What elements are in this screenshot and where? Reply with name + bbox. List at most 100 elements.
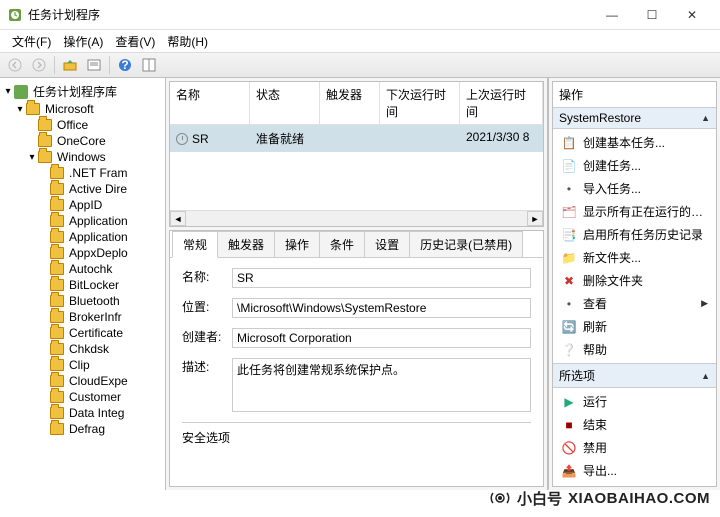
tree-item[interactable]: Application — [2, 213, 163, 229]
col-name[interactable]: 名称 — [170, 82, 250, 124]
action-icon: 📁 — [561, 250, 577, 266]
action-icon: 📑 — [561, 227, 577, 243]
field-author[interactable]: Microsoft Corporation — [232, 328, 531, 348]
task-row[interactable]: SR 准备就绪 2021/3/30 8 — [170, 125, 543, 152]
refresh-button[interactable] — [138, 55, 160, 75]
action-item[interactable]: 📋创建基本任务... — [553, 131, 716, 154]
field-location[interactable]: \Microsoft\Windows\SystemRestore — [232, 298, 531, 318]
tab-general[interactable]: 常规 — [172, 231, 218, 258]
action-icon: 🔄 — [561, 319, 577, 335]
field-name[interactable]: SR — [232, 268, 531, 288]
tree-item[interactable]: AppxDeplo — [2, 245, 163, 261]
tree-item[interactable]: Chkdsk — [2, 341, 163, 357]
tree-item[interactable]: Defrag — [2, 421, 163, 437]
action-item[interactable]: 📄创建任务... — [553, 154, 716, 177]
folder-icon — [26, 103, 40, 115]
tree-item[interactable]: Active Dire — [2, 181, 163, 197]
close-button[interactable]: ✕ — [672, 1, 712, 29]
menubar: 文件(F) 操作(A) 查看(V) 帮助(H) — [0, 30, 720, 52]
chevron-down-icon[interactable]: ▾ — [2, 86, 14, 97]
collapse-icon[interactable]: ▲ — [701, 371, 710, 381]
h-scrollbar[interactable]: ◄ ► — [170, 210, 543, 226]
tree-pane: ▾ 任务计划程序库 ▾ Microsoft Office OneCore ▾ W… — [0, 78, 166, 490]
action-item[interactable]: •导入任务... — [553, 177, 716, 200]
col-status[interactable]: 状态 — [250, 82, 320, 124]
tree-item[interactable]: Autochk — [2, 261, 163, 277]
folder-icon — [50, 391, 64, 403]
action-item[interactable]: ❔帮助 — [553, 338, 716, 361]
app-icon — [8, 8, 22, 22]
tree-item[interactable]: BrokerInfr — [2, 309, 163, 325]
action-item[interactable]: 🚫禁用 — [553, 436, 716, 459]
label-name: 名称: — [182, 268, 232, 288]
section-systemrestore[interactable]: SystemRestore ▲ — [553, 107, 716, 129]
action-item[interactable]: •查看▶ — [553, 292, 716, 315]
action-item[interactable]: ■结束 — [553, 413, 716, 436]
tree-onecore[interactable]: OneCore — [2, 133, 163, 149]
scroll-left-button[interactable]: ◄ — [170, 211, 186, 226]
center-pane: 名称 状态 触发器 下次运行时间 上次运行时间 SR 准备就绪 2021/3/3… — [166, 78, 548, 490]
col-next[interactable]: 下次运行时间 — [380, 82, 460, 124]
tree-item[interactable]: Clip — [2, 357, 163, 373]
tab-history[interactable]: 历史记录(已禁用) — [409, 231, 523, 257]
folder-icon — [50, 375, 64, 387]
menu-help[interactable]: 帮助(H) — [161, 31, 214, 52]
tree-item[interactable]: Certificate — [2, 325, 163, 341]
action-item[interactable]: 📑启用所有任务历史记录 — [553, 223, 716, 246]
action-item[interactable]: 📤导出... — [553, 459, 716, 482]
label-author: 创建者: — [182, 328, 232, 348]
tree-item[interactable]: BitLocker — [2, 277, 163, 293]
action-icon: • — [561, 181, 577, 197]
menu-action[interactable]: 操作(A) — [57, 31, 109, 52]
action-item[interactable]: ✖删除文件夹 — [553, 269, 716, 292]
action-icon: 📄 — [561, 158, 577, 174]
collapse-icon[interactable]: ▲ — [701, 113, 710, 123]
action-item[interactable]: ▶运行 — [553, 390, 716, 413]
menu-file[interactable]: 文件(F) — [6, 31, 57, 52]
action-item[interactable]: 📁新文件夹... — [553, 246, 716, 269]
tree-windows[interactable]: ▾ Windows — [2, 149, 163, 165]
tree-item[interactable]: Data Integ — [2, 405, 163, 421]
help-button[interactable]: ? — [114, 55, 136, 75]
menu-view[interactable]: 查看(V) — [109, 31, 161, 52]
folder-icon — [38, 119, 52, 131]
folder-icon — [50, 199, 64, 211]
tree-item[interactable]: Bluetooth — [2, 293, 163, 309]
action-icon: ▶ — [561, 394, 577, 410]
col-last[interactable]: 上次运行时间 — [460, 82, 543, 124]
tree-microsoft[interactable]: ▾ Microsoft — [2, 101, 163, 117]
properties-pane: 常规 触发器 操作 条件 设置 历史记录(已禁用) 名称:SR 位置:\Micr… — [169, 230, 544, 487]
col-triggers[interactable]: 触发器 — [320, 82, 380, 124]
minimize-button[interactable]: — — [592, 1, 632, 29]
actions-pane: 操作 SystemRestore ▲ 📋创建基本任务...📄创建任务...•导入… — [548, 78, 720, 490]
back-button[interactable] — [4, 55, 26, 75]
tab-actions[interactable]: 操作 — [274, 231, 320, 257]
tree-item[interactable]: .NET Fram — [2, 165, 163, 181]
tasks-header: 名称 状态 触发器 下次运行时间 上次运行时间 — [170, 82, 543, 125]
section-selected[interactable]: 所选项 ▲ — [553, 363, 716, 388]
toolbar: ? — [0, 52, 720, 78]
maximize-button[interactable]: ☐ — [632, 1, 672, 29]
scroll-right-button[interactable]: ► — [527, 211, 543, 226]
tree-item[interactable]: CloudExpe — [2, 373, 163, 389]
folder-icon — [50, 423, 64, 435]
forward-button[interactable] — [28, 55, 50, 75]
chevron-down-icon[interactable]: ▾ — [14, 104, 26, 115]
tab-triggers[interactable]: 触发器 — [217, 231, 275, 257]
clock-icon — [176, 133, 188, 145]
action-item[interactable]: 🗂显示所有正在运行的任务 — [553, 200, 716, 223]
tree-root[interactable]: ▾ 任务计划程序库 — [2, 82, 163, 101]
chevron-down-icon[interactable]: ▾ — [26, 152, 38, 163]
tree-item[interactable]: Customer — [2, 389, 163, 405]
tab-conditions[interactable]: 条件 — [319, 231, 365, 257]
field-description[interactable]: 此任务将创建常规系统保护点。 — [232, 358, 531, 412]
tree-item[interactable]: Application — [2, 229, 163, 245]
window-title: 任务计划程序 — [28, 6, 592, 23]
action-item[interactable]: 🔄刷新 — [553, 315, 716, 338]
tree-office[interactable]: Office — [2, 117, 163, 133]
tree-item[interactable]: AppID — [2, 197, 163, 213]
properties-button[interactable] — [83, 55, 105, 75]
up-button[interactable] — [59, 55, 81, 75]
action-icon: 📋 — [561, 135, 577, 151]
tab-settings[interactable]: 设置 — [364, 231, 410, 257]
